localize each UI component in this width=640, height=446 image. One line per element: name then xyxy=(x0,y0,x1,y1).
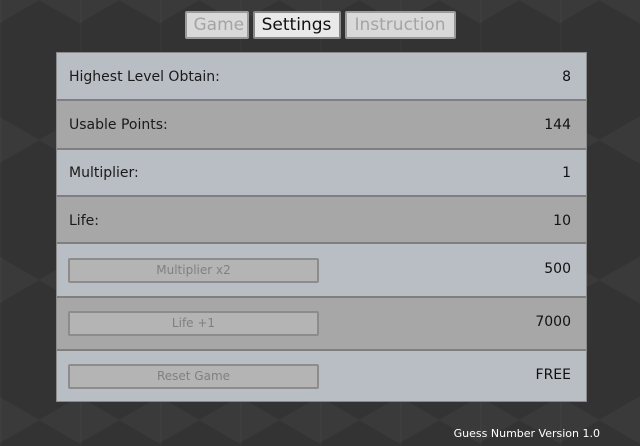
reset-cost: FREE xyxy=(535,367,571,383)
tab-settings[interactable]: Settings xyxy=(252,11,341,39)
reset-game-row: Reset Game FREE xyxy=(57,351,586,401)
reset-game-button[interactable]: Reset Game xyxy=(68,364,319,389)
multiplier-value: 1 xyxy=(562,165,571,181)
tab-bar: Game Settings Instruction xyxy=(0,11,640,39)
life-value: 10 xyxy=(553,213,571,229)
buy-life-row: Life +1 7000 xyxy=(57,298,586,351)
multiplier-x2-button[interactable]: Multiplier x2 xyxy=(68,258,319,283)
life-cost: 7000 xyxy=(535,314,571,330)
highest-level-value: 8 xyxy=(562,69,571,85)
usable-points-row: Usable Points: 144 xyxy=(57,101,586,150)
usable-points-label: Usable Points: xyxy=(69,117,168,133)
life-row: Life: 10 xyxy=(57,197,586,244)
life-plus-one-button[interactable]: Life +1 xyxy=(68,311,319,336)
usable-points-value: 144 xyxy=(544,117,571,133)
settings-panel: Highest Level Obtain: 8 Usable Points: 1… xyxy=(56,52,587,402)
multiplier-cost: 500 xyxy=(544,261,571,277)
highest-level-label: Highest Level Obtain: xyxy=(69,69,220,85)
tab-game[interactable]: Game xyxy=(184,11,249,39)
buy-multiplier-row: Multiplier x2 500 xyxy=(57,244,586,298)
life-label: Life: xyxy=(69,213,99,229)
multiplier-label: Multiplier: xyxy=(69,165,139,181)
tab-instruction[interactable]: Instruction xyxy=(344,11,456,39)
multiplier-row: Multiplier: 1 xyxy=(57,150,586,197)
version-label: Guess Number Version 1.0 xyxy=(453,427,600,440)
highest-level-row: Highest Level Obtain: 8 xyxy=(57,53,586,101)
